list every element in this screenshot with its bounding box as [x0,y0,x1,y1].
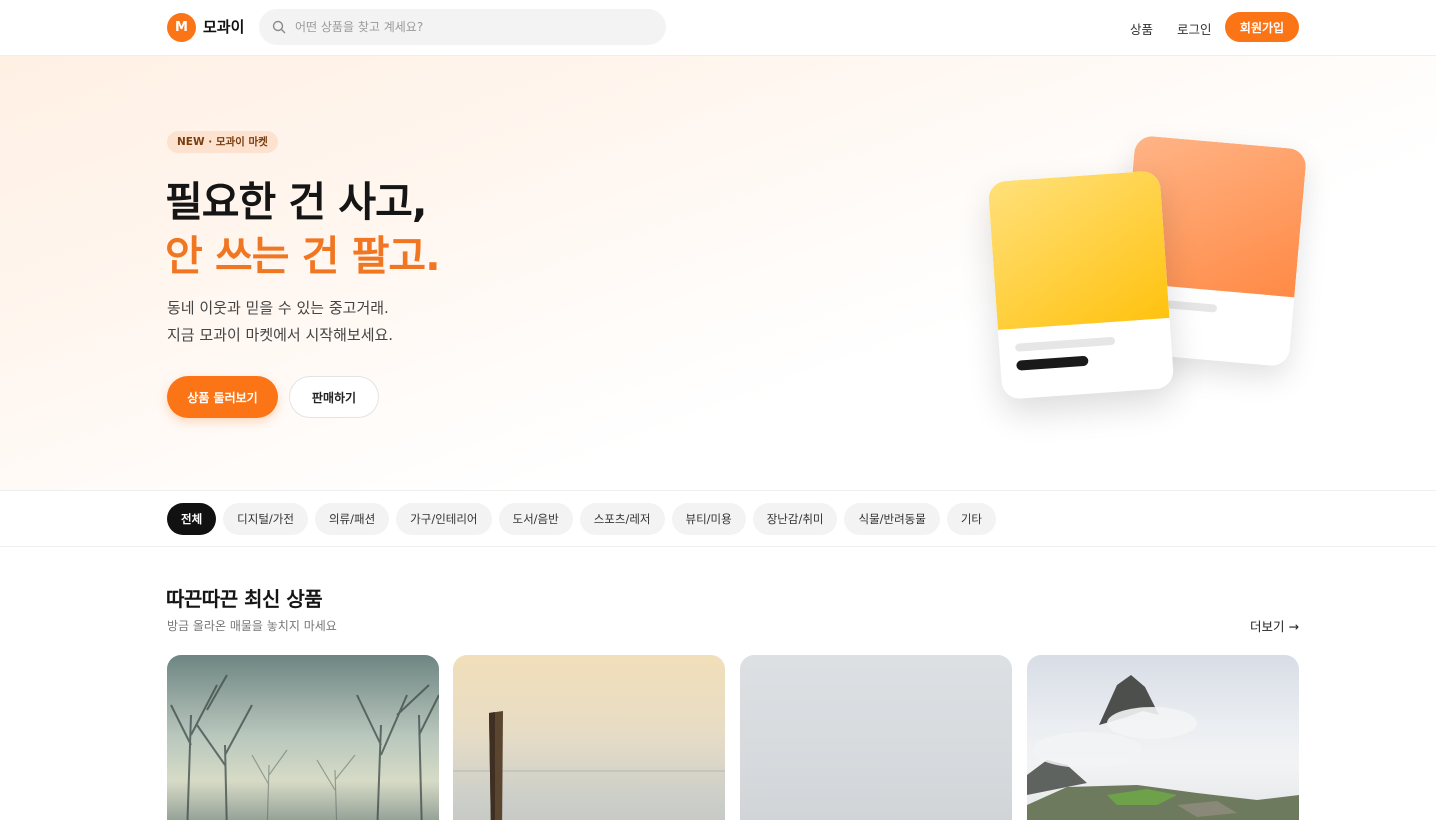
card-price-placeholder [1016,355,1089,371]
brand-name[interactable]: 모과이 [203,16,244,37]
category-chip-beauty[interactable]: 뷰티/미용 [671,503,746,535]
product-card-image[interactable] [740,655,1012,820]
foggy-forest-image [170,674,439,820]
hero-description-line2: 지금 모과이 마켓에서 시작해보세요. [167,326,394,344]
signup-button[interactable]: 회원가입 [1225,12,1299,42]
product-card-image[interactable] [167,655,439,820]
category-chips: 전체 디지털/가전 의류/패션 가구/인테리어 도서/음반 스포츠/레저 뷰티/… [167,503,997,535]
search-icon [272,20,286,34]
browse-products-button[interactable]: 상품 둘러보기 [167,376,278,418]
category-chip-fashion[interactable]: 의류/패션 [314,503,390,535]
hero-illustration-card-front [987,170,1175,400]
new-badge: NEW · 모과이 마켓 [167,131,278,153]
hero-title-line1: 필요한 건 사고, [165,178,427,226]
category-chip-all[interactable]: 전체 [167,503,217,535]
category-chip-toys[interactable]: 장난감/취미 [752,503,838,535]
card-image-placeholder [987,170,1170,330]
search-input[interactable] [295,20,635,34]
top-header: M 모과이 상품 로그인 회원가입 [0,0,1436,56]
category-chip-sports[interactable]: 스포츠/레저 [579,503,665,535]
search-bar[interactable] [259,9,666,45]
nav-login-link[interactable]: 로그인 [1177,19,1212,38]
product-card-image[interactable] [1027,655,1299,820]
misty-lake-post-image [453,711,725,820]
section-subtitle: 방금 올라온 매물을 놓치지 마세요 [167,619,337,633]
category-chip-plants-pets[interactable]: 식물/반려동물 [844,503,940,535]
card-text-placeholder [1014,336,1116,352]
category-chip-digital[interactable]: 디지털/가전 [223,503,308,535]
category-chip-other[interactable]: 기타 [946,503,997,535]
category-chip-books[interactable]: 도서/음반 [498,503,573,535]
more-link[interactable]: 더보기 → [1250,616,1299,635]
section-title: 따끈따끈 최신 상품 [166,587,323,611]
hero-section: NEW · 모과이 마켓 필요한 건 사고, 안 쓰는 건 팔고. 동네 이웃과… [0,56,1436,490]
logo-icon[interactable]: M [167,13,196,42]
category-bar: 전체 디지털/가전 의류/패션 가구/인테리어 도서/음반 스포츠/레저 뷰티/… [0,490,1436,547]
mountain-ruins-image [1027,675,1299,820]
nav-products-link[interactable]: 상품 [1130,19,1153,38]
product-card-image[interactable] [453,655,725,820]
hero-description-line1: 동네 이웃과 믿을 수 있는 중고거래. [167,299,389,317]
sell-button[interactable]: 판매하기 [289,376,379,418]
hero-title-line2: 안 쓰는 건 팔고. [165,232,441,280]
category-chip-furniture[interactable]: 가구/인테리어 [396,503,492,535]
